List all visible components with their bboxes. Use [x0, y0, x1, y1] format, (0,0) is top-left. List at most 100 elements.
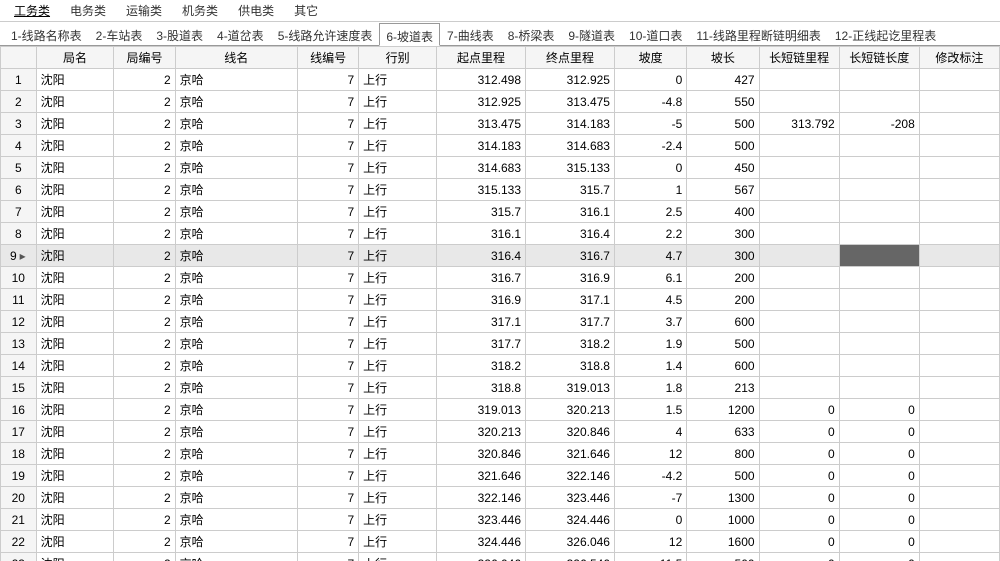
cell-xingbie[interactable]: 上行: [359, 267, 437, 289]
cell-qidian[interactable]: 317.1: [437, 311, 526, 333]
cell-xgbz[interactable]: [919, 553, 999, 561]
cell-juming[interactable]: 沈阳: [36, 509, 114, 531]
cell-cdlcd[interactable]: [839, 267, 919, 289]
sub-tab-0[interactable]: 1-线路名称表: [4, 22, 89, 45]
cell-xianbianhao[interactable]: 7: [297, 289, 358, 311]
table-row[interactable]: 4沈阳2京哈7上行314.183314.683-2.4500: [1, 135, 1000, 157]
table-row[interactable]: 17沈阳2京哈7上行320.213320.846463300: [1, 421, 1000, 443]
cell-jubianhao[interactable]: 2: [114, 201, 175, 223]
cell-pochang[interactable]: 600: [687, 311, 759, 333]
row-number[interactable]: 20: [1, 487, 37, 509]
cell-xgbz[interactable]: [919, 223, 999, 245]
cell-juming[interactable]: 沈阳: [36, 245, 114, 267]
cell-xingbie[interactable]: 上行: [359, 289, 437, 311]
cell-xianbianhao[interactable]: 7: [297, 201, 358, 223]
cell-podu[interactable]: 6.1: [614, 267, 686, 289]
row-number[interactable]: 15: [1, 377, 37, 399]
cell-qidian[interactable]: 316.4: [437, 245, 526, 267]
cell-zhongdian[interactable]: 313.475: [526, 91, 615, 113]
cell-podu[interactable]: 1.9: [614, 333, 686, 355]
cell-xingbie[interactable]: 上行: [359, 465, 437, 487]
cell-zhongdian[interactable]: 326.046: [526, 531, 615, 553]
cell-qidian[interactable]: 320.213: [437, 421, 526, 443]
cell-xgbz[interactable]: [919, 179, 999, 201]
cell-podu[interactable]: -2.4: [614, 135, 686, 157]
cell-qidian[interactable]: 319.013: [437, 399, 526, 421]
cell-xingbie[interactable]: 上行: [359, 223, 437, 245]
cell-jubianhao[interactable]: 2: [114, 333, 175, 355]
cell-podu[interactable]: 1.5: [614, 399, 686, 421]
cell-pochang[interactable]: 500: [687, 333, 759, 355]
table-row[interactable]: 8沈阳2京哈7上行316.1316.42.2300: [1, 223, 1000, 245]
cell-xingbie[interactable]: 上行: [359, 399, 437, 421]
cell-cdllc[interactable]: 0: [759, 421, 839, 443]
cell-xianming[interactable]: 京哈: [175, 179, 297, 201]
cell-zhongdian[interactable]: 316.4: [526, 223, 615, 245]
cell-pochang[interactable]: 300: [687, 223, 759, 245]
cell-pochang[interactable]: 600: [687, 355, 759, 377]
table-row[interactable]: 14沈阳2京哈7上行318.2318.81.4600: [1, 355, 1000, 377]
cell-zhongdian[interactable]: 322.146: [526, 465, 615, 487]
cell-juming[interactable]: 沈阳: [36, 443, 114, 465]
cell-juming[interactable]: 沈阳: [36, 355, 114, 377]
cell-pochang[interactable]: 500: [687, 465, 759, 487]
cell-xianbianhao[interactable]: 7: [297, 487, 358, 509]
table-row[interactable]: 15沈阳2京哈7上行318.8319.0131.8213: [1, 377, 1000, 399]
cell-pochang[interactable]: 500: [687, 553, 759, 561]
cell-cdlcd[interactable]: [839, 135, 919, 157]
cell-podu[interactable]: -4.2: [614, 465, 686, 487]
cell-qidian[interactable]: 316.1: [437, 223, 526, 245]
cell-podu[interactable]: 4.5: [614, 289, 686, 311]
cell-cdllc[interactable]: [759, 245, 839, 267]
cell-juming[interactable]: 沈阳: [36, 157, 114, 179]
cell-cdlcd[interactable]: [839, 179, 919, 201]
cell-jubianhao[interactable]: 2: [114, 245, 175, 267]
cell-xianming[interactable]: 京哈: [175, 157, 297, 179]
cell-qidian[interactable]: 314.183: [437, 135, 526, 157]
cell-jubianhao[interactable]: 2: [114, 157, 175, 179]
cell-juming[interactable]: 沈阳: [36, 289, 114, 311]
cell-qidian[interactable]: 315.7: [437, 201, 526, 223]
cell-xingbie[interactable]: 上行: [359, 421, 437, 443]
cell-xianming[interactable]: 京哈: [175, 465, 297, 487]
cell-jubianhao[interactable]: 2: [114, 91, 175, 113]
cell-pochang[interactable]: 633: [687, 421, 759, 443]
cell-cdlcd[interactable]: 0: [839, 553, 919, 561]
cell-pochang[interactable]: 550: [687, 91, 759, 113]
row-number[interactable]: 10: [1, 267, 37, 289]
cell-xgbz[interactable]: [919, 421, 999, 443]
cell-juming[interactable]: 沈阳: [36, 333, 114, 355]
cell-podu[interactable]: 1.4: [614, 355, 686, 377]
cell-xianming[interactable]: 京哈: [175, 289, 297, 311]
cell-pochang[interactable]: 500: [687, 135, 759, 157]
cell-xingbie[interactable]: 上行: [359, 553, 437, 561]
cell-xianbianhao[interactable]: 7: [297, 355, 358, 377]
cell-qidian[interactable]: 321.646: [437, 465, 526, 487]
cell-xianming[interactable]: 京哈: [175, 135, 297, 157]
cell-xgbz[interactable]: [919, 91, 999, 113]
cell-xianming[interactable]: 京哈: [175, 333, 297, 355]
cell-zhongdian[interactable]: 319.013: [526, 377, 615, 399]
cell-xgbz[interactable]: [919, 245, 999, 267]
cell-xingbie[interactable]: 上行: [359, 487, 437, 509]
sub-tab-1[interactable]: 2-车站表: [89, 22, 150, 45]
table-row[interactable]: 16沈阳2京哈7上行319.013320.2131.5120000: [1, 399, 1000, 421]
col-header-xianbianhao[interactable]: 线编号: [297, 47, 358, 69]
cell-xianming[interactable]: 京哈: [175, 245, 297, 267]
cell-xingbie[interactable]: 上行: [359, 113, 437, 135]
row-number[interactable]: 9▸: [1, 245, 37, 267]
cell-xingbie[interactable]: 上行: [359, 377, 437, 399]
cell-xgbz[interactable]: [919, 311, 999, 333]
cell-xgbz[interactable]: [919, 201, 999, 223]
cell-cdlcd[interactable]: [839, 355, 919, 377]
col-header-xgbz[interactable]: 修改标注: [919, 47, 999, 69]
cell-qidian[interactable]: 312.925: [437, 91, 526, 113]
cell-pochang[interactable]: 200: [687, 289, 759, 311]
cell-pochang[interactable]: 400: [687, 201, 759, 223]
sub-tab-3[interactable]: 4-道岔表: [210, 22, 271, 45]
cell-xgbz[interactable]: [919, 135, 999, 157]
cell-cdllc[interactable]: 0: [759, 553, 839, 561]
cell-cdllc[interactable]: [759, 311, 839, 333]
cell-juming[interactable]: 沈阳: [36, 135, 114, 157]
cell-jubianhao[interactable]: 2: [114, 531, 175, 553]
